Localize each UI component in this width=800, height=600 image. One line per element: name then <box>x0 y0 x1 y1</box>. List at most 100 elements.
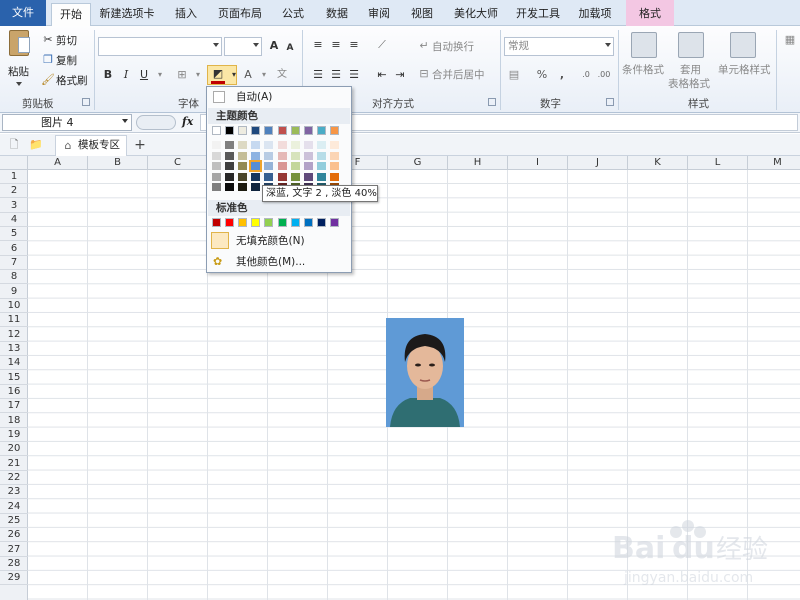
row-header[interactable]: 21 <box>0 457 28 471</box>
row-header[interactable]: 4 <box>0 213 28 227</box>
increase-decimal-icon[interactable]: .0 <box>578 67 594 83</box>
theme-shade-swatch[interactable] <box>212 162 221 170</box>
standard-color-swatch[interactable] <box>303 218 313 227</box>
tab-home[interactable]: 开始 <box>51 3 91 27</box>
shrink-font-button[interactable]: A <box>282 40 298 56</box>
column-header[interactable]: L <box>688 156 748 170</box>
theme-color-swatch[interactable] <box>212 126 221 135</box>
row-header[interactable]: 28 <box>0 557 28 571</box>
align-right-icon[interactable]: ☰ <box>346 67 362 83</box>
row-header[interactable]: 1 <box>0 170 28 184</box>
theme-shade-swatch[interactable] <box>303 172 313 181</box>
conditional-format-button[interactable]: 条件格式 <box>622 30 666 90</box>
column-header[interactable]: A <box>28 156 88 170</box>
add-tab-button[interactable]: + <box>132 137 148 153</box>
underline-button[interactable]: U <box>136 67 152 83</box>
row-header[interactable]: 8 <box>0 270 28 285</box>
tab-view[interactable]: 视图 <box>402 3 442 26</box>
theme-shade-swatch[interactable] <box>264 172 274 181</box>
standard-color-swatch[interactable] <box>238 218 248 227</box>
row-header[interactable]: 16 <box>0 385 28 399</box>
column-header[interactable]: H <box>448 156 508 170</box>
row-header[interactable]: 25 <box>0 514 28 528</box>
tab-formulas[interactable]: 公式 <box>274 3 312 26</box>
theme-shade-swatch[interactable] <box>238 141 248 149</box>
tab-insert[interactable]: 插入 <box>166 3 206 26</box>
row-header[interactable]: 18 <box>0 414 28 428</box>
theme-shade-swatch[interactable] <box>277 151 287 160</box>
theme-shade-swatch[interactable] <box>329 141 339 149</box>
theme-shade-swatch[interactable] <box>225 183 235 191</box>
theme-shade-swatch[interactable] <box>238 162 248 170</box>
tab-data[interactable]: 数据 <box>318 3 356 26</box>
standard-color-swatch[interactable] <box>225 218 235 227</box>
phonetic-icon[interactable]: 文 <box>274 67 290 83</box>
theme-shade-swatch[interactable] <box>225 151 235 160</box>
bold-button[interactable]: B <box>100 67 116 83</box>
theme-color-swatch[interactable] <box>329 126 339 135</box>
format-as-table-button[interactable]: 套用 表格格式 <box>668 30 712 90</box>
row-header[interactable]: 14 <box>0 356 28 371</box>
row-header[interactable]: 5 <box>0 227 28 242</box>
theme-shade-swatch[interactable] <box>316 141 326 149</box>
theme-shade-swatch[interactable] <box>303 151 313 160</box>
fill-color-button[interactable]: ◩ ▾ <box>207 65 237 85</box>
portrait-photo[interactable] <box>386 318 464 427</box>
theme-color-swatch[interactable] <box>303 126 313 135</box>
column-header[interactable]: K <box>628 156 688 170</box>
border-dropdown-icon[interactable]: ▾ <box>190 67 206 83</box>
theme-shade-swatch[interactable] <box>316 151 326 160</box>
theme-shade-swatch[interactable] <box>212 141 221 149</box>
merge-center-button[interactable]: ⊟ 合并后居中 <box>416 66 500 82</box>
row-header[interactable]: 17 <box>0 399 28 414</box>
standard-color-swatch[interactable] <box>212 218 221 227</box>
standard-color-swatch[interactable] <box>264 218 274 227</box>
row-header[interactable]: 2 <box>0 184 28 199</box>
cut-button[interactable]: ✂ 剪切 <box>40 32 88 48</box>
row-header[interactable]: 6 <box>0 242 28 256</box>
row-header[interactable]: 3 <box>0 199 28 213</box>
theme-shade-swatch[interactable] <box>290 172 300 181</box>
theme-shade-swatch[interactable] <box>251 141 261 149</box>
tab-addins[interactable]: 加载项 <box>572 3 618 26</box>
insert-cells-icon[interactable]: ▦ <box>782 32 798 48</box>
row-header[interactable]: 12 <box>0 328 28 342</box>
standard-color-swatch[interactable] <box>316 218 326 227</box>
theme-shade-swatch[interactable] <box>264 151 274 160</box>
no-fill-item[interactable]: 无填充颜色(N) <box>208 232 350 250</box>
row-header[interactable]: 26 <box>0 528 28 543</box>
row-header[interactable]: 7 <box>0 256 28 270</box>
name-box-dropdown-icon[interactable] <box>122 119 128 123</box>
currency-icon[interactable]: ▤ <box>506 67 522 83</box>
theme-color-swatch[interactable] <box>225 126 235 135</box>
alignment-launcher[interactable] <box>488 98 496 106</box>
font-size-combo[interactable] <box>224 37 262 56</box>
row-header[interactable]: 29 <box>0 571 28 586</box>
align-left-icon[interactable]: ☰ <box>310 67 326 83</box>
align-middle-icon[interactable]: ≡ <box>328 37 344 53</box>
tab-format[interactable]: 格式 <box>626 0 674 26</box>
theme-shade-swatch[interactable] <box>251 151 261 160</box>
wrap-text-button[interactable]: ↵ 自动换行 <box>416 38 496 54</box>
paste-button[interactable]: 粘贴 <box>6 30 34 90</box>
theme-shade-swatch[interactable] <box>316 162 326 170</box>
border-icon[interactable]: ⊞ <box>174 67 190 83</box>
orientation-icon[interactable]: ⟋ <box>374 37 390 53</box>
theme-shade-swatch[interactable] <box>277 172 287 181</box>
format-painter-button[interactable]: 🖌 格式刷 <box>40 72 90 88</box>
theme-shade-swatch[interactable] <box>212 151 221 160</box>
theme-color-swatch[interactable] <box>277 126 287 135</box>
theme-color-swatch[interactable] <box>238 126 248 135</box>
theme-shade-swatch[interactable] <box>277 141 287 149</box>
align-top-icon[interactable]: ≡ <box>310 37 326 53</box>
theme-shade-swatch[interactable] <box>303 141 313 149</box>
align-bottom-icon[interactable]: ≡ <box>346 37 362 53</box>
automatic-color-item[interactable]: 自动(A) <box>208 88 350 106</box>
theme-shade-swatch[interactable] <box>212 183 221 191</box>
theme-shade-swatch[interactable] <box>290 151 300 160</box>
column-header[interactable]: B <box>88 156 148 170</box>
row-header[interactable]: 19 <box>0 428 28 442</box>
row-header[interactable]: 9 <box>0 285 28 299</box>
theme-shade-swatch[interactable] <box>277 162 287 170</box>
decrease-indent-icon[interactable]: ⇤ <box>374 67 390 83</box>
